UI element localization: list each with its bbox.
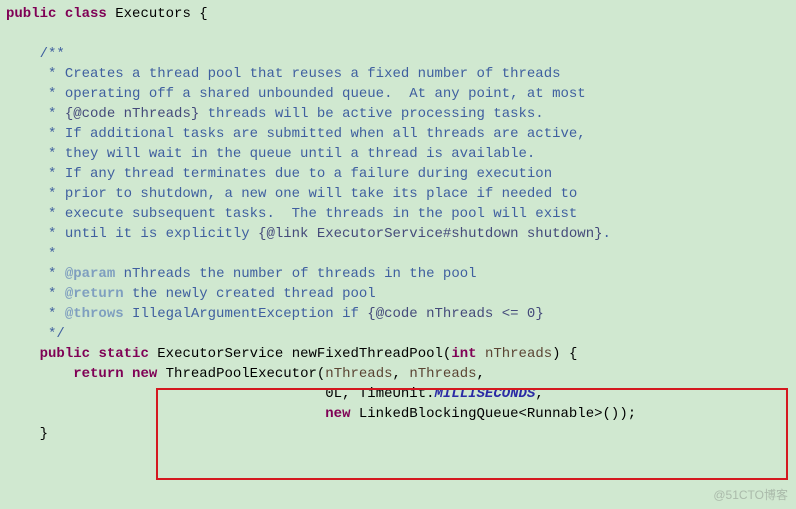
javadoc-link: {@link ExecutorService#shutdown shutdown… [258, 226, 602, 242]
keyword-static: static [98, 346, 148, 362]
javadoc-param-desc: the number of threads in the pool [191, 266, 477, 282]
code-line: return new ThreadPoolExecutor(nThreads, … [0, 364, 796, 384]
code-line: public class Executors { [0, 4, 796, 24]
javadoc-text: * If any thread terminates due to a fail… [40, 166, 552, 182]
javadoc-text: * operating off a shared unbounded queue… [40, 86, 586, 102]
keyword-int: int [451, 346, 476, 362]
javadoc-throws-desc: if [334, 306, 368, 322]
keyword-public: public [6, 6, 56, 22]
brace-open: { [191, 6, 208, 22]
code-line: } [0, 424, 796, 444]
javadoc-text: * [40, 106, 65, 122]
code-line: new LinkedBlockingQueue<Runnable>()); [0, 404, 796, 424]
doc-line: * they will wait in the queue until a th… [0, 144, 796, 164]
javadoc-tag-param: @param [65, 266, 115, 282]
javadoc-text: . [603, 226, 611, 242]
javadoc-text: * until it is explicitly [40, 226, 258, 242]
brace-open: { [561, 346, 578, 362]
javadoc-code: {@code nThreads <= 0} [367, 306, 543, 322]
javadoc-text: * Creates a thread pool that reuses a fi… [40, 66, 561, 82]
return-type: ExecutorService [149, 346, 292, 362]
javadoc-return-desc: the newly created thread pool [124, 286, 376, 302]
keyword-new: new [124, 366, 166, 382]
javadoc-close: */ [40, 326, 65, 342]
doc-line: * If additional tasks are submitted when… [0, 124, 796, 144]
watermark-text: @51CTO博客 [713, 485, 788, 505]
keyword-return: return [73, 366, 123, 382]
code-line: public static ExecutorService newFixedTh… [0, 344, 796, 364]
class-name: Executors [115, 6, 191, 22]
javadoc-star: * [40, 246, 57, 262]
doc-line: * @throws IllegalArgumentException if {@… [0, 304, 796, 324]
arg: nThreads [325, 366, 392, 382]
literal: 0L [325, 386, 342, 402]
method-name: newFixedThreadPool [292, 346, 443, 362]
javadoc-tag-return: @return [65, 286, 124, 302]
doc-line: * [0, 244, 796, 264]
doc-line: /** [0, 44, 796, 64]
doc-line: * until it is explicitly {@link Executor… [0, 224, 796, 244]
doc-line: * @return the newly created thread pool [0, 284, 796, 304]
code-editor: public class Executors { /** * Creates a… [0, 0, 796, 448]
doc-line: * If any thread terminates due to a fail… [0, 164, 796, 184]
enum-type: TimeUnit. [359, 386, 435, 402]
arg: nThreads [409, 366, 476, 382]
javadoc-param-name: nThreads [115, 266, 191, 282]
javadoc-text: threads will be active processing tasks. [199, 106, 543, 122]
javadoc-text: * If additional tasks are submitted when… [40, 126, 586, 142]
javadoc-star: * [40, 266, 65, 282]
enum-constant: MILLISECONDS [435, 386, 536, 402]
javadoc-text: * prior to shutdown, a new one will take… [40, 186, 578, 202]
doc-line: * execute subsequent tasks. The threads … [0, 204, 796, 224]
javadoc-code: {@code nThreads} [65, 106, 199, 122]
doc-line: * operating off a shared unbounded queue… [0, 84, 796, 104]
doc-line: * Creates a thread pool that reuses a fi… [0, 64, 796, 84]
doc-line: */ [0, 324, 796, 344]
javadoc-text: * execute subsequent tasks. The threads … [40, 206, 578, 222]
doc-line: * @param nThreads the number of threads … [0, 264, 796, 284]
keyword-class: class [65, 6, 107, 22]
keyword-new: new [325, 406, 359, 422]
code-line: 0L, TimeUnit.MILLISECONDS, [0, 384, 796, 404]
javadoc-throws-name: IllegalArgumentException [124, 306, 334, 322]
constructor-name: ThreadPoolExecutor [166, 366, 317, 382]
doc-line: * prior to shutdown, a new one will take… [0, 184, 796, 204]
javadoc-text: * they will wait in the queue until a th… [40, 146, 536, 162]
doc-line: * {@code nThreads} threads will be activ… [0, 104, 796, 124]
param-name: nThreads [477, 346, 553, 362]
generic-type: LinkedBlockingQueue<Runnable>() [359, 406, 619, 422]
brace-close: } [6, 426, 48, 442]
javadoc-tag-throws: @throws [65, 306, 124, 322]
javadoc-open: /** [40, 46, 65, 62]
blank-line [0, 24, 796, 44]
keyword-public: public [40, 346, 90, 362]
